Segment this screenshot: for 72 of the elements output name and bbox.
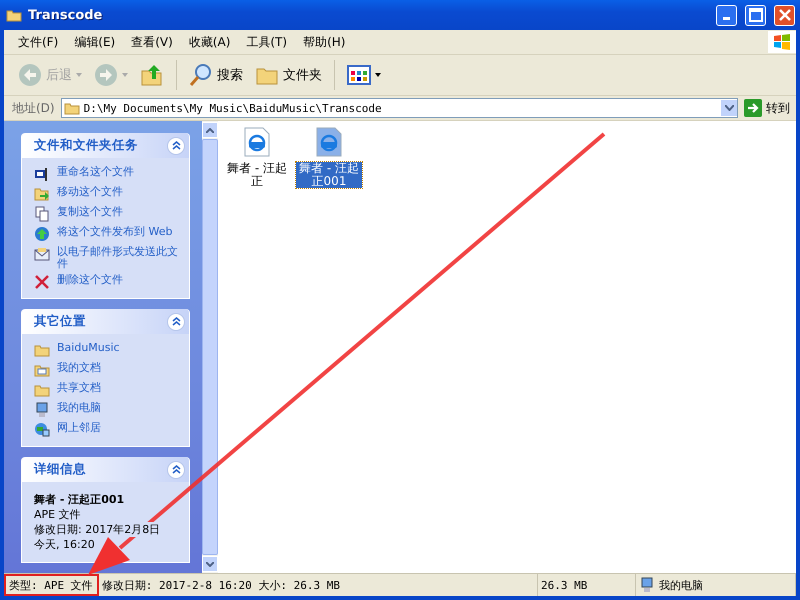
copy-icon (34, 206, 50, 222)
windows-logo-icon (773, 34, 791, 50)
dropdown-caret-icon (375, 73, 381, 77)
double-chevron-up-icon (172, 465, 180, 474)
chevron-up-icon (206, 128, 214, 132)
address-field[interactable]: D:\My Documents\My Music\BaiduMusic\Transcode (60, 98, 738, 118)
menu-item[interactable]: 编辑(E) (66, 32, 124, 52)
panel-title: 详细信息 (34, 461, 87, 478)
collapse-button[interactable] (167, 136, 185, 154)
address-label: 地址(D) (12, 100, 55, 116)
folders-button[interactable]: 文件夹 (251, 61, 326, 89)
double-chevron-up-icon (172, 317, 180, 326)
place-link[interactable]: 我的电脑 (57, 402, 101, 414)
maximize-button[interactable] (745, 4, 766, 26)
task-link[interactable]: 重命名这个文件 (57, 166, 134, 178)
place-link[interactable]: BaiduMusic (57, 342, 120, 354)
maximize-icon (748, 7, 764, 23)
status-text: 26.3 MB (538, 574, 636, 596)
task-link[interactable]: 将这个文件发布到 Web (57, 226, 172, 238)
status-text: 类型: APE 文件 (4, 574, 99, 596)
globe-icon (34, 226, 50, 242)
double-chevron-up-icon (172, 141, 180, 150)
search-icon (189, 63, 213, 87)
status-text: 我的电脑 (636, 574, 796, 596)
file-name[interactable]: 舞者 - 汪起正 (224, 162, 290, 188)
collapse-button[interactable] (167, 460, 185, 478)
scrollbar-thumb[interactable] (202, 139, 218, 555)
search-button[interactable]: 搜索 (185, 61, 247, 89)
panel-title: 其它位置 (34, 313, 87, 330)
envelope-icon (34, 246, 50, 262)
menu-item[interactable]: 收藏(A) (180, 32, 238, 52)
task-link[interactable]: 以电子邮件形式发送此文件 (57, 246, 183, 270)
dropdown-caret-icon (76, 73, 82, 77)
detail-text: APE 文件 (34, 507, 81, 522)
minimize-button[interactable] (716, 4, 737, 26)
panel-title: 文件和文件夹任务 (34, 137, 139, 154)
dropdown-button[interactable] (721, 100, 737, 116)
place-link[interactable]: 我的文档 (57, 362, 101, 374)
close-icon (776, 7, 792, 23)
file-name[interactable]: 舞者 - 汪起正001 (296, 162, 362, 188)
delete-icon (34, 274, 50, 290)
audio-file-icon[interactable] (244, 127, 270, 157)
close-button[interactable] (774, 4, 795, 26)
menu-item[interactable]: 帮助(H) (295, 32, 354, 52)
move-icon (34, 186, 50, 202)
dropdown-caret-icon (122, 73, 128, 77)
chevron-down-icon (206, 562, 214, 566)
task-link[interactable]: 移动这个文件 (57, 186, 123, 198)
chevron-down-icon (724, 105, 734, 111)
menu-item[interactable]: 工具(T) (238, 32, 296, 52)
views-icon (347, 63, 371, 87)
detail-text: 今天, 16:20 (34, 537, 95, 552)
collapse-button[interactable] (167, 312, 185, 330)
audio-file-icon[interactable] (316, 127, 342, 157)
place-link[interactable]: 共享文档 (57, 382, 101, 394)
window-title: Transcode (28, 8, 104, 22)
folder-up-icon (140, 63, 164, 87)
task-link[interactable]: 复制这个文件 (57, 206, 123, 218)
place-link[interactable]: 网上邻居 (57, 422, 101, 434)
go-button[interactable]: 转到 (744, 99, 790, 117)
file-name: 舞者 - 汪起正001 (34, 492, 124, 507)
computer-icon (639, 577, 655, 593)
network-icon (34, 422, 50, 438)
menu-item[interactable]: 文件(F) (10, 32, 66, 52)
status-text: 修改日期: 2017-2-8 16:20 大小: 26.3 MB (98, 574, 538, 596)
rename-icon (34, 166, 50, 182)
scroll-down-button[interactable] (202, 556, 218, 572)
detail-text: 修改日期: 2017年2月8日 (34, 522, 160, 537)
scroll-up-button[interactable] (202, 122, 218, 138)
computer-icon (34, 402, 50, 418)
menu-item[interactable]: 查看(V) (123, 32, 181, 52)
task-link[interactable]: 删除这个文件 (57, 274, 123, 286)
